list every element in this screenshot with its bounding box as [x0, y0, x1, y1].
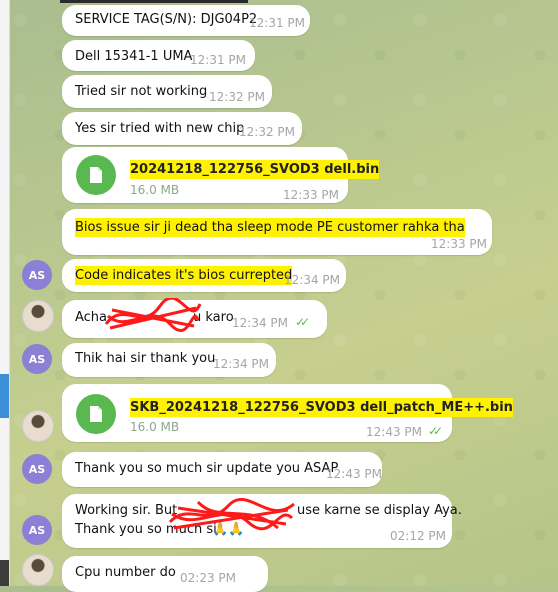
message-text: Thank you so much sir update you ASAP	[75, 461, 339, 476]
message-text-end: u karo	[193, 310, 234, 325]
message-bubble[interactable]: Bios issue sir ji dead tha sleep mode PE…	[62, 209, 492, 255]
file-name[interactable]: 20241218_122756_SVOD3 dell.bin	[130, 160, 380, 179]
message-text: Tried sir not working	[75, 84, 208, 99]
pray-emoji: 🙏🙏	[212, 522, 245, 537]
file-size: 16.0 MB	[130, 183, 180, 197]
message-text-line1-start: Working sir. But	[75, 503, 178, 518]
file-size: 16.0 MB	[130, 420, 180, 434]
file-icon[interactable]	[76, 394, 116, 434]
chat-list-edge	[0, 0, 10, 586]
message-text: Dell 15341-1 UMA	[75, 49, 193, 64]
message-bubble[interactable]: Working sir. But use karne se display Ay…	[62, 494, 462, 548]
message-time: 12:33 PM	[431, 237, 487, 251]
message-bubble[interactable]: SERVICE TAG(S/N): DJG04P2 12:31 PM	[62, 5, 310, 36]
previous-bubble-edge	[60, 0, 248, 3]
message-time: 02:23 PM	[180, 571, 236, 585]
double-check-icon: ✓✓	[295, 315, 310, 329]
message-text-start: Acha	[75, 310, 108, 325]
file-message-bubble[interactable]: SKB_20241218_122756_SVOD3 dell_patch_ME+…	[62, 384, 513, 442]
message-text: Cpu number do	[75, 565, 176, 580]
avatar-photo[interactable]	[22, 554, 54, 586]
message-bubble[interactable]: Yes sir tried with new chip 12:32 PM	[62, 112, 302, 145]
avatar[interactable]: AS	[22, 260, 52, 290]
avatar-photo[interactable]	[22, 410, 54, 442]
file-icon[interactable]	[76, 155, 116, 195]
message-bubble[interactable]: Dell 15341-1 UMA 12:31 PM	[62, 40, 255, 71]
message-bubble[interactable]: Acha u karo 12:34 PM ✓✓	[62, 300, 327, 338]
message-bubble[interactable]: Tried sir not working 12:32 PM	[62, 75, 272, 108]
message-bubble[interactable]: Thank you so much sir update you ASAP 12…	[62, 452, 382, 487]
file-name[interactable]: SKB_20241218_122756_SVOD3 dell_patch_ME+…	[130, 398, 513, 417]
message-time: 12:32 PM	[209, 90, 265, 104]
message-bubble[interactable]: Cpu number do 02:23 PM	[62, 556, 268, 592]
message-text: Code indicates it's bios currepted	[75, 266, 293, 285]
message-time: 12:43 PM	[326, 467, 382, 481]
file-message-bubble[interactable]: 20241218_122756_SVOD3 dell.bin 16.0 MB 1…	[62, 147, 380, 203]
chat-list-edge-dark	[0, 560, 9, 586]
message-bubble[interactable]: Code indicates it's bios currepted 12:34…	[62, 259, 346, 292]
selected-chat-indicator[interactable]	[0, 374, 9, 418]
message-text: Yes sir tried with new chip	[75, 121, 245, 136]
message-time: 12:43 PM	[366, 425, 422, 439]
message-text-line2: Thank you so much sir	[75, 522, 223, 537]
avatar[interactable]: AS	[22, 344, 52, 374]
message-time: 12:32 PM	[239, 125, 295, 139]
message-time: 02:12 PM	[390, 529, 446, 543]
message-text: SERVICE TAG(S/N): DJG04P2	[75, 12, 258, 27]
message-time: 12:34 PM	[232, 316, 288, 330]
message-text: Bios issue sir ji dead tha sleep mode PE…	[75, 218, 465, 237]
message-time: 12:34 PM	[213, 357, 269, 371]
avatar-photo[interactable]	[22, 300, 54, 332]
avatar[interactable]: AS	[22, 515, 52, 545]
message-time: 12:31 PM	[249, 16, 305, 30]
avatar[interactable]: AS	[22, 454, 52, 484]
message-time: 12:34 PM	[284, 273, 340, 287]
message-text-line1-end: use karne se display Aya.	[297, 503, 462, 518]
message-time: 12:31 PM	[190, 53, 246, 67]
message-bubble[interactable]: Thik hai sir thank you 12:34 PM	[62, 343, 276, 377]
message-time: 12:33 PM	[283, 188, 339, 202]
message-text: Thik hai sir thank you	[75, 351, 216, 366]
double-check-icon: ✓✓	[428, 424, 443, 438]
